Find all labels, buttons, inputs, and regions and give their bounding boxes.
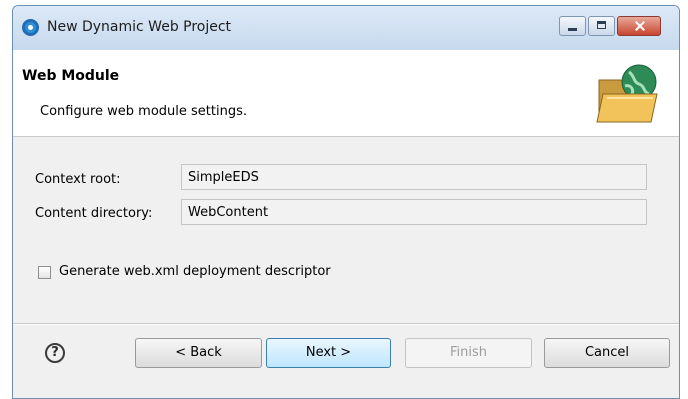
content-directory-label: Content directory: bbox=[35, 206, 153, 221]
minimize-button[interactable] bbox=[559, 16, 586, 36]
back-button[interactable]: < Back bbox=[135, 338, 262, 368]
title-bar[interactable]: New Dynamic Web Project bbox=[13, 6, 679, 51]
footer-divider bbox=[13, 323, 679, 325]
web-folder-globe-icon bbox=[596, 64, 658, 123]
context-root-label: Context root: bbox=[35, 172, 121, 187]
help-icon[interactable]: ? bbox=[45, 343, 65, 363]
content-directory-input[interactable]: WebContent bbox=[181, 199, 647, 225]
page-title: Web Module bbox=[22, 68, 120, 84]
close-button[interactable] bbox=[617, 16, 661, 36]
generate-web-xml-checkbox[interactable] bbox=[38, 266, 51, 279]
dialog-window: New Dynamic Web Project Web Module Confi… bbox=[12, 5, 680, 399]
cancel-button[interactable]: Cancel bbox=[544, 338, 670, 368]
maximize-button[interactable] bbox=[588, 16, 615, 36]
eclipse-icon bbox=[22, 19, 39, 36]
page-description: Configure web module settings. bbox=[40, 104, 247, 119]
next-button[interactable]: Next > bbox=[266, 338, 391, 368]
generate-web-xml-label[interactable]: Generate web.xml deployment descriptor bbox=[59, 264, 331, 279]
context-root-input[interactable]: SimpleEDS bbox=[181, 164, 647, 190]
window-title: New Dynamic Web Project bbox=[47, 19, 232, 35]
wizard-header: Web Module Configure web module settings… bbox=[13, 50, 679, 137]
finish-button: Finish bbox=[405, 338, 532, 368]
